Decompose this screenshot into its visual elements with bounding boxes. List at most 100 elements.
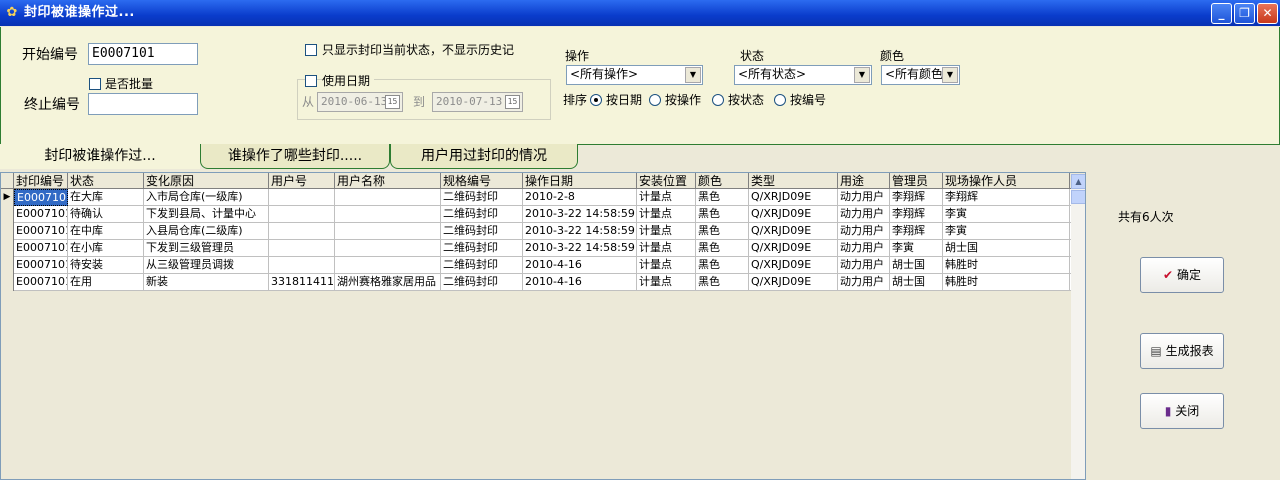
table-cell[interactable]: 动力用户 (838, 223, 890, 240)
table-cell[interactable]: 计量点 (637, 257, 696, 274)
table-cell[interactable]: E0007101 (14, 189, 68, 206)
table-cell[interactable]: 计量点 (637, 189, 696, 206)
table-cell[interactable] (269, 189, 335, 206)
scroll-up-icon[interactable]: ▲ (1071, 174, 1085, 189)
table-cell[interactable]: 二维码封印 (441, 257, 523, 274)
table-cell[interactable]: 在用 (68, 274, 144, 291)
table-cell[interactable]: 2010-4-16 (523, 274, 637, 291)
table-cell[interactable]: E0007101 (14, 240, 68, 257)
table-cell[interactable] (269, 257, 335, 274)
table-cell[interactable]: 计量点 (637, 274, 696, 291)
calendar-icon[interactable]: 15 (505, 95, 520, 109)
table-cell[interactable]: 胡士国 (890, 257, 943, 274)
table-cell[interactable] (335, 189, 441, 206)
column-header[interactable]: 变化原因 (144, 173, 269, 189)
table-cell[interactable] (269, 240, 335, 257)
table-cell[interactable] (335, 223, 441, 240)
table-cell[interactable]: 李寅 (943, 223, 1070, 240)
table-cell[interactable]: 入县局仓库(二级库) (144, 223, 269, 240)
close-button[interactable]: ▮ 关闭 (1140, 393, 1224, 429)
table-cell[interactable]: 在小库 (68, 240, 144, 257)
ok-button[interactable]: ✔ 确定 (1140, 257, 1224, 293)
table-row[interactable]: E0007101 待安装 从三级管理员调拨 二维码封印 2010-4-16 计量… (1, 257, 1085, 274)
table-cell[interactable]: 李翔辉 (890, 223, 943, 240)
table-cell[interactable]: 湖州赛格雅家居用品 (335, 274, 441, 291)
table-cell[interactable]: 李翔辉 (890, 206, 943, 223)
status-select[interactable]: <所有状态> ▼ (734, 65, 872, 85)
table-cell[interactable]: 李寅 (943, 206, 1070, 223)
table-cell[interactable]: 在大库 (68, 189, 144, 206)
table-cell[interactable]: 在中库 (68, 223, 144, 240)
title-bar[interactable]: ✿ 封印被谁操作过... _ ❐ ✕ (0, 0, 1280, 26)
table-cell[interactable] (269, 206, 335, 223)
minimize-button[interactable]: _ (1211, 3, 1232, 24)
table-cell[interactable]: 黑色 (696, 223, 749, 240)
table-cell[interactable]: Q/XRJD09E (749, 223, 838, 240)
table-cell[interactable]: 黑色 (696, 257, 749, 274)
table-cell[interactable]: 二维码封印 (441, 240, 523, 257)
tab-operated-seals[interactable]: 谁操作了哪些封印..... (200, 144, 390, 169)
table-cell[interactable]: 李翔辉 (890, 189, 943, 206)
table-cell[interactable]: 二维码封印 (441, 189, 523, 206)
table-cell[interactable]: 计量点 (637, 223, 696, 240)
vertical-scrollbar[interactable]: ▲ (1071, 174, 1085, 479)
table-cell[interactable]: E0007101 (14, 206, 68, 223)
column-header[interactable]: 用户号 (269, 173, 335, 189)
column-header[interactable]: 状态 (68, 173, 144, 189)
table-cell[interactable]: 黑色 (696, 240, 749, 257)
table-cell[interactable]: Q/XRJD09E (749, 189, 838, 206)
generate-report-button[interactable]: ▤ 生成报表 (1140, 333, 1224, 369)
table-cell[interactable]: 黑色 (696, 189, 749, 206)
column-header[interactable]: 用户名称 (335, 173, 441, 189)
table-cell[interactable]: 动力用户 (838, 274, 890, 291)
table-cell[interactable]: Q/XRJD09E (749, 257, 838, 274)
table-cell[interactable]: 从三级管理员调拨 (144, 257, 269, 274)
table-cell[interactable]: 胡士国 (943, 240, 1070, 257)
table-cell[interactable]: 2010-3-22 14:58:59 (523, 240, 637, 257)
to-date-input[interactable]: 2010-07-13 15 (432, 92, 523, 112)
table-cell[interactable]: 胡士国 (890, 274, 943, 291)
from-date-input[interactable]: 2010-06-13 15 (317, 92, 403, 112)
table-cell[interactable]: 二维码封印 (441, 274, 523, 291)
table-cell[interactable]: 2010-3-22 14:58:59 (523, 206, 637, 223)
use-date-checkbox[interactable] (305, 75, 317, 87)
current-only-checkbox[interactable] (305, 44, 317, 56)
table-cell[interactable] (335, 240, 441, 257)
table-row[interactable]: E0007101 在用 新装 3318114119 湖州赛格雅家居用品 二维码封… (1, 274, 1085, 291)
table-cell[interactable]: E0007101 (14, 257, 68, 274)
batch-checkbox[interactable] (89, 78, 101, 90)
sort-by-number-radio[interactable] (774, 94, 786, 106)
table-cell[interactable]: Q/XRJD09E (749, 274, 838, 291)
start-number-input[interactable]: E0007101 (88, 43, 198, 65)
table-row[interactable]: ▶ E0007101 在大库 入市局仓库(一级库) 二维码封印 2010-2-8… (1, 189, 1085, 206)
column-header[interactable]: 管理员 (890, 173, 943, 189)
color-select[interactable]: <所有颜色> ▼ (881, 65, 960, 85)
column-header[interactable]: 封印编号 (14, 173, 68, 189)
table-row[interactable]: E0007101 在小库 下发到三级管理员 二维码封印 2010-3-22 14… (1, 240, 1085, 257)
table-cell[interactable]: E0007101 (14, 274, 68, 291)
sort-by-operation-radio[interactable] (649, 94, 661, 106)
operation-select[interactable]: <所有操作> ▼ (566, 65, 703, 85)
table-cell[interactable]: 韩胜时 (943, 257, 1070, 274)
table-cell[interactable]: 3318114119 (269, 274, 335, 291)
column-header[interactable]: 用途 (838, 173, 890, 189)
table-cell[interactable] (269, 223, 335, 240)
table-cell[interactable]: 李寅 (890, 240, 943, 257)
table-cell[interactable]: 2010-2-8 (523, 189, 637, 206)
table-cell[interactable]: 黑色 (696, 206, 749, 223)
table-cell[interactable]: 待安装 (68, 257, 144, 274)
table-cell[interactable]: 入市局仓库(一级库) (144, 189, 269, 206)
column-header[interactable]: 类型 (749, 173, 838, 189)
close-window-button[interactable]: ✕ (1257, 3, 1278, 24)
calendar-icon[interactable]: 15 (385, 95, 400, 109)
table-cell[interactable]: 计量点 (637, 206, 696, 223)
column-header[interactable]: 规格编号 (441, 173, 523, 189)
sort-by-status-radio[interactable] (712, 94, 724, 106)
table-cell[interactable] (335, 206, 441, 223)
table-cell[interactable]: 下发到县局、计量中心 (144, 206, 269, 223)
table-cell[interactable]: 韩胜时 (943, 274, 1070, 291)
tab-seal-operated-by[interactable]: 封印被谁操作过... (0, 144, 200, 169)
table-cell[interactable]: 动力用户 (838, 240, 890, 257)
table-cell[interactable]: 二维码封印 (441, 223, 523, 240)
table-cell[interactable]: 计量点 (637, 240, 696, 257)
